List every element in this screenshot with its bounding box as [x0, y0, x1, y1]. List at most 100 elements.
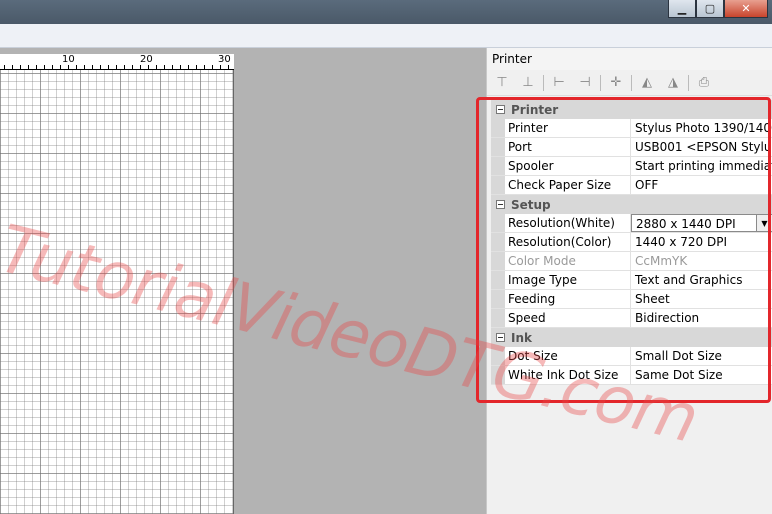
- property-grid: Printer Printer Stylus Photo 1390/1400 Po…: [491, 100, 772, 385]
- property-name: Spooler: [505, 157, 631, 175]
- ruler-tick: [12, 65, 13, 69]
- property-row[interactable]: Dot Size Small Dot Size: [491, 347, 772, 366]
- resolution-white-select[interactable]: 2880 x 1440 DPI ▼: [631, 214, 772, 232]
- print-icon[interactable]: ⎙: [693, 73, 715, 93]
- ruler-tick: [68, 65, 69, 69]
- property-name: Printer: [505, 119, 631, 137]
- category-ink[interactable]: Ink: [491, 328, 772, 347]
- chevron-down-icon[interactable]: ▼: [756, 215, 772, 231]
- align-right-icon[interactable]: ⊣: [574, 73, 596, 93]
- property-name: Check Paper Size: [505, 176, 631, 194]
- ruler-tick: [52, 65, 53, 69]
- property-value[interactable]: Small Dot Size: [631, 347, 772, 365]
- minimize-button[interactable]: ▁: [668, 0, 696, 18]
- property-name: White Ink Dot Size: [505, 366, 631, 384]
- ruler-tick: [132, 65, 133, 69]
- category-setup[interactable]: Setup: [491, 195, 772, 214]
- property-value[interactable]: Stylus Photo 1390/1400: [631, 119, 772, 137]
- ruler-tick: [180, 65, 181, 69]
- ruler-tick: [100, 65, 101, 69]
- property-value[interactable]: OFF: [631, 176, 772, 194]
- ruler-tick: [108, 65, 109, 69]
- property-value[interactable]: USB001 <EPSON Stylus P: [631, 138, 772, 156]
- category-label: Setup: [511, 197, 551, 212]
- property-row[interactable]: PortUSB001 <EPSON Stylus P: [491, 138, 772, 157]
- ruler-tick: [148, 65, 149, 69]
- ruler-tick: [140, 65, 141, 69]
- print-page-grid[interactable]: [0, 70, 234, 514]
- property-name: Port: [505, 138, 631, 156]
- flip-horizontal-icon[interactable]: ◭: [636, 73, 658, 93]
- panel-toolbar: ⊤ ⊥ ⊢ ⊣ ✛ ◭ ◮ ⎙: [487, 70, 772, 96]
- ruler-tick: [84, 65, 85, 69]
- property-name: Image Type: [505, 271, 631, 289]
- ruler-tick: [228, 65, 229, 69]
- window-controls: ▁ ▢ ✕: [668, 0, 768, 18]
- collapse-icon[interactable]: [496, 333, 505, 342]
- ruler-tick: [76, 65, 77, 69]
- collapse-icon[interactable]: [496, 200, 505, 209]
- align-bottom-icon[interactable]: ⊥: [517, 73, 539, 93]
- property-value: CcMmYK: [635, 254, 688, 268]
- ruler-tick: [204, 65, 205, 69]
- property-row[interactable]: Speed Bidirection: [491, 309, 772, 328]
- property-value[interactable]: Start printing immediately: [631, 157, 772, 175]
- property-name: Feeding: [505, 290, 631, 308]
- ruler-tick: [188, 65, 189, 69]
- ruler-tick: [196, 65, 197, 69]
- category-label: Ink: [511, 330, 532, 345]
- property-name: Resolution(Color): [505, 233, 631, 251]
- property-row[interactable]: SpoolerStart printing immediately: [491, 157, 772, 176]
- maximize-button[interactable]: ▢: [696, 0, 724, 18]
- canvas-workarea[interactable]: 10 20 30: [0, 48, 486, 514]
- ruler-tick: [92, 65, 93, 69]
- flip-vertical-icon[interactable]: ◮: [662, 73, 684, 93]
- property-value[interactable]: Sheet: [631, 290, 772, 308]
- center-icon[interactable]: ✛: [605, 73, 627, 93]
- ruler-tick: [20, 65, 21, 69]
- property-row[interactable]: Feeding Sheet: [491, 290, 772, 309]
- property-value[interactable]: Text and Graphics: [631, 271, 772, 289]
- close-button[interactable]: ✕: [724, 0, 768, 18]
- category-label: Printer: [511, 102, 559, 117]
- property-value[interactable]: Bidirection: [631, 309, 772, 327]
- printer-properties-panel: Printer ⊤ ⊥ ⊢ ⊣ ✛ ◭ ◮ ⎙ Printer Printer S…: [486, 48, 772, 514]
- ruler-tick: [212, 65, 213, 69]
- ruler-tick: [44, 65, 45, 69]
- horizontal-ruler: 10 20 30: [0, 54, 234, 70]
- toolbar-separator: [543, 74, 544, 91]
- property-row: Color Mode CcMmYK: [491, 252, 772, 271]
- toolbar-separator: [688, 74, 689, 91]
- window-titlebar: ▁ ▢ ✕: [0, 0, 772, 24]
- property-row[interactable]: Resolution(Color) 1440 x 720 DPI: [491, 233, 772, 252]
- property-value[interactable]: 1440 x 720 DPI: [631, 233, 772, 251]
- ruler-tick: [4, 65, 5, 69]
- collapse-icon[interactable]: [496, 105, 505, 114]
- property-name: Speed: [505, 309, 631, 327]
- ruler-tick: [60, 65, 61, 69]
- property-row[interactable]: Image Type Text and Graphics: [491, 271, 772, 290]
- property-row[interactable]: Resolution(White) 2880 x 1440 DPI ▼: [491, 214, 772, 233]
- property-name: Color Mode: [505, 252, 631, 270]
- menu-strip: [0, 24, 772, 48]
- toolbar-separator: [631, 74, 632, 91]
- ruler-label: 10: [62, 54, 75, 65]
- ruler-label: 20: [140, 54, 153, 65]
- ruler-tick: [28, 65, 29, 69]
- ruler-tick: [36, 65, 37, 69]
- property-value[interactable]: Same Dot Size: [631, 366, 772, 384]
- ruler-tick: [116, 65, 117, 69]
- panel-title: Printer: [487, 48, 772, 70]
- toolbar-separator: [600, 74, 601, 91]
- ruler-tick: [124, 65, 125, 69]
- align-left-icon[interactable]: ⊢: [548, 73, 570, 93]
- property-row[interactable]: White Ink Dot Size Same Dot Size: [491, 366, 772, 385]
- align-top-icon[interactable]: ⊤: [491, 73, 513, 93]
- property-row[interactable]: Check Paper Size OFF: [491, 176, 772, 195]
- property-name: Dot Size: [505, 347, 631, 365]
- ruler-tick: [164, 65, 165, 69]
- ruler-label: 30: [218, 54, 231, 65]
- property-name: Resolution(White): [505, 214, 631, 232]
- category-printer[interactable]: Printer: [491, 100, 772, 119]
- property-row[interactable]: Printer Stylus Photo 1390/1400: [491, 119, 772, 138]
